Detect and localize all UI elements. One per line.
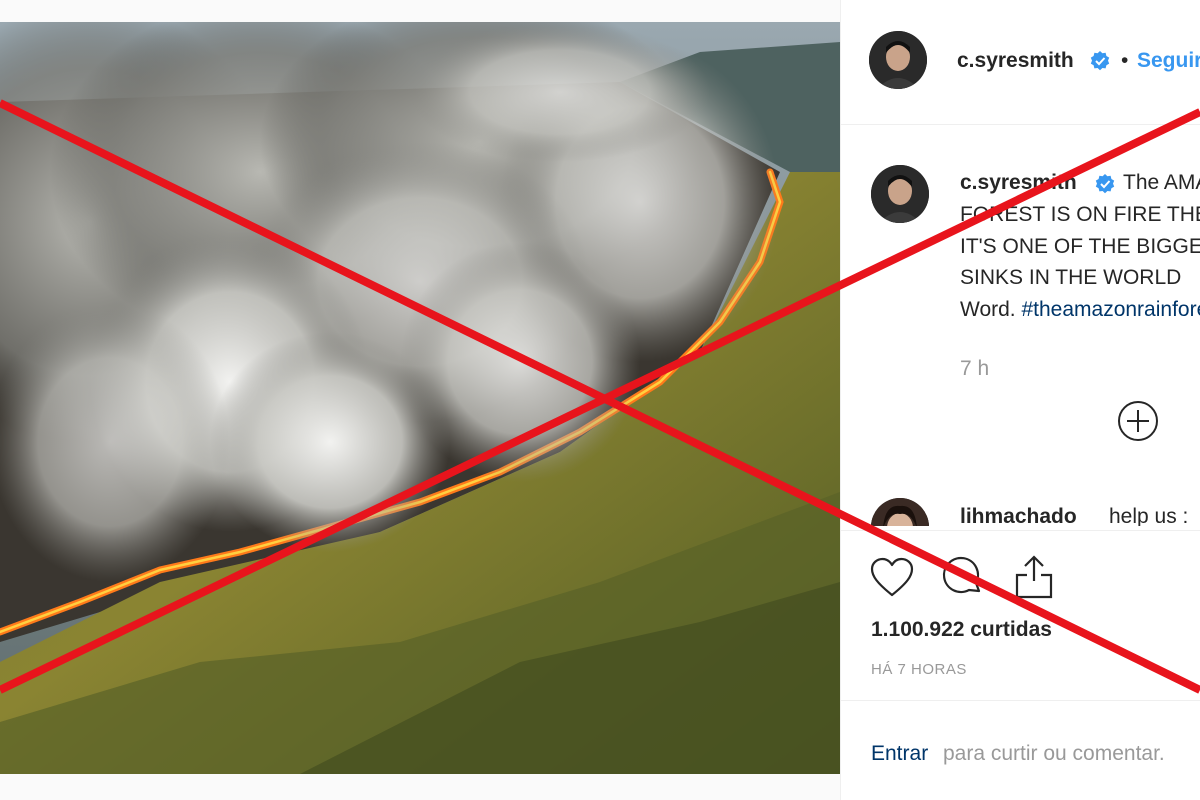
forest-fire-photo	[0, 22, 840, 774]
post-side-panel: c.syresmith • Seguir c.syresmith The AMA…	[840, 0, 1200, 800]
commenter-username[interactable]: lihmachado	[960, 505, 1077, 526]
login-prompt-text: para curtir ou comentar.	[943, 742, 1165, 765]
caption-text-line-3: IT'S ONE OF THE BIGGEST	[960, 235, 1200, 258]
verified-badge-icon	[1090, 51, 1110, 71]
share-icon[interactable]	[1011, 553, 1057, 599]
photo-bottom-margin	[0, 774, 840, 800]
heart-icon[interactable]	[869, 555, 915, 601]
caption-text-word: Word.	[960, 298, 1022, 321]
plus-circle-icon[interactable]	[1117, 400, 1159, 442]
follow-button[interactable]: Seguir	[1137, 49, 1200, 73]
caption-timestamp: 7 h	[960, 357, 990, 380]
caption-username[interactable]: c.syresmith	[960, 171, 1077, 195]
post-timestamp: HÁ 7 HORAS	[871, 661, 967, 678]
instagram-post-page: c.syresmith • Seguir c.syresmith The AMA…	[0, 0, 1200, 800]
commenter-avatar[interactable]	[871, 498, 929, 526]
login-link[interactable]: Entrar	[871, 742, 928, 766]
comment-row: lihmachado help us :	[841, 470, 1200, 526]
verified-badge-icon	[1095, 174, 1115, 194]
comment-text: help us :	[1109, 505, 1189, 526]
login-prompt: Entrar para curtir ou comentar.	[841, 700, 1200, 800]
likes-count[interactable]: 1.100.922 curtidas	[871, 618, 1052, 642]
caption-author-avatar[interactable]	[871, 165, 929, 223]
photo-top-margin	[0, 0, 840, 22]
caption-hashtag[interactable]: #theamazonrainforest	[1021, 298, 1200, 321]
post-actions: 1.100.922 curtidas HÁ 7 HORAS	[841, 530, 1200, 701]
header-separator: •	[1121, 49, 1129, 72]
caption-text-line-1: The AMAZON	[1123, 171, 1200, 194]
post-photo	[0, 22, 840, 774]
caption-text-line-4: SINKS IN THE WORLD	[960, 266, 1182, 289]
post-header: c.syresmith • Seguir	[841, 22, 1200, 125]
author-username[interactable]: c.syresmith	[957, 49, 1074, 73]
author-avatar[interactable]	[869, 31, 927, 89]
caption-text-line-2: FOREST IS ON FIRE THE	[960, 203, 1200, 226]
caption-text-line-5: Word. #theamazonrainforest	[960, 298, 1200, 322]
comment-bubble-icon[interactable]	[939, 555, 985, 601]
